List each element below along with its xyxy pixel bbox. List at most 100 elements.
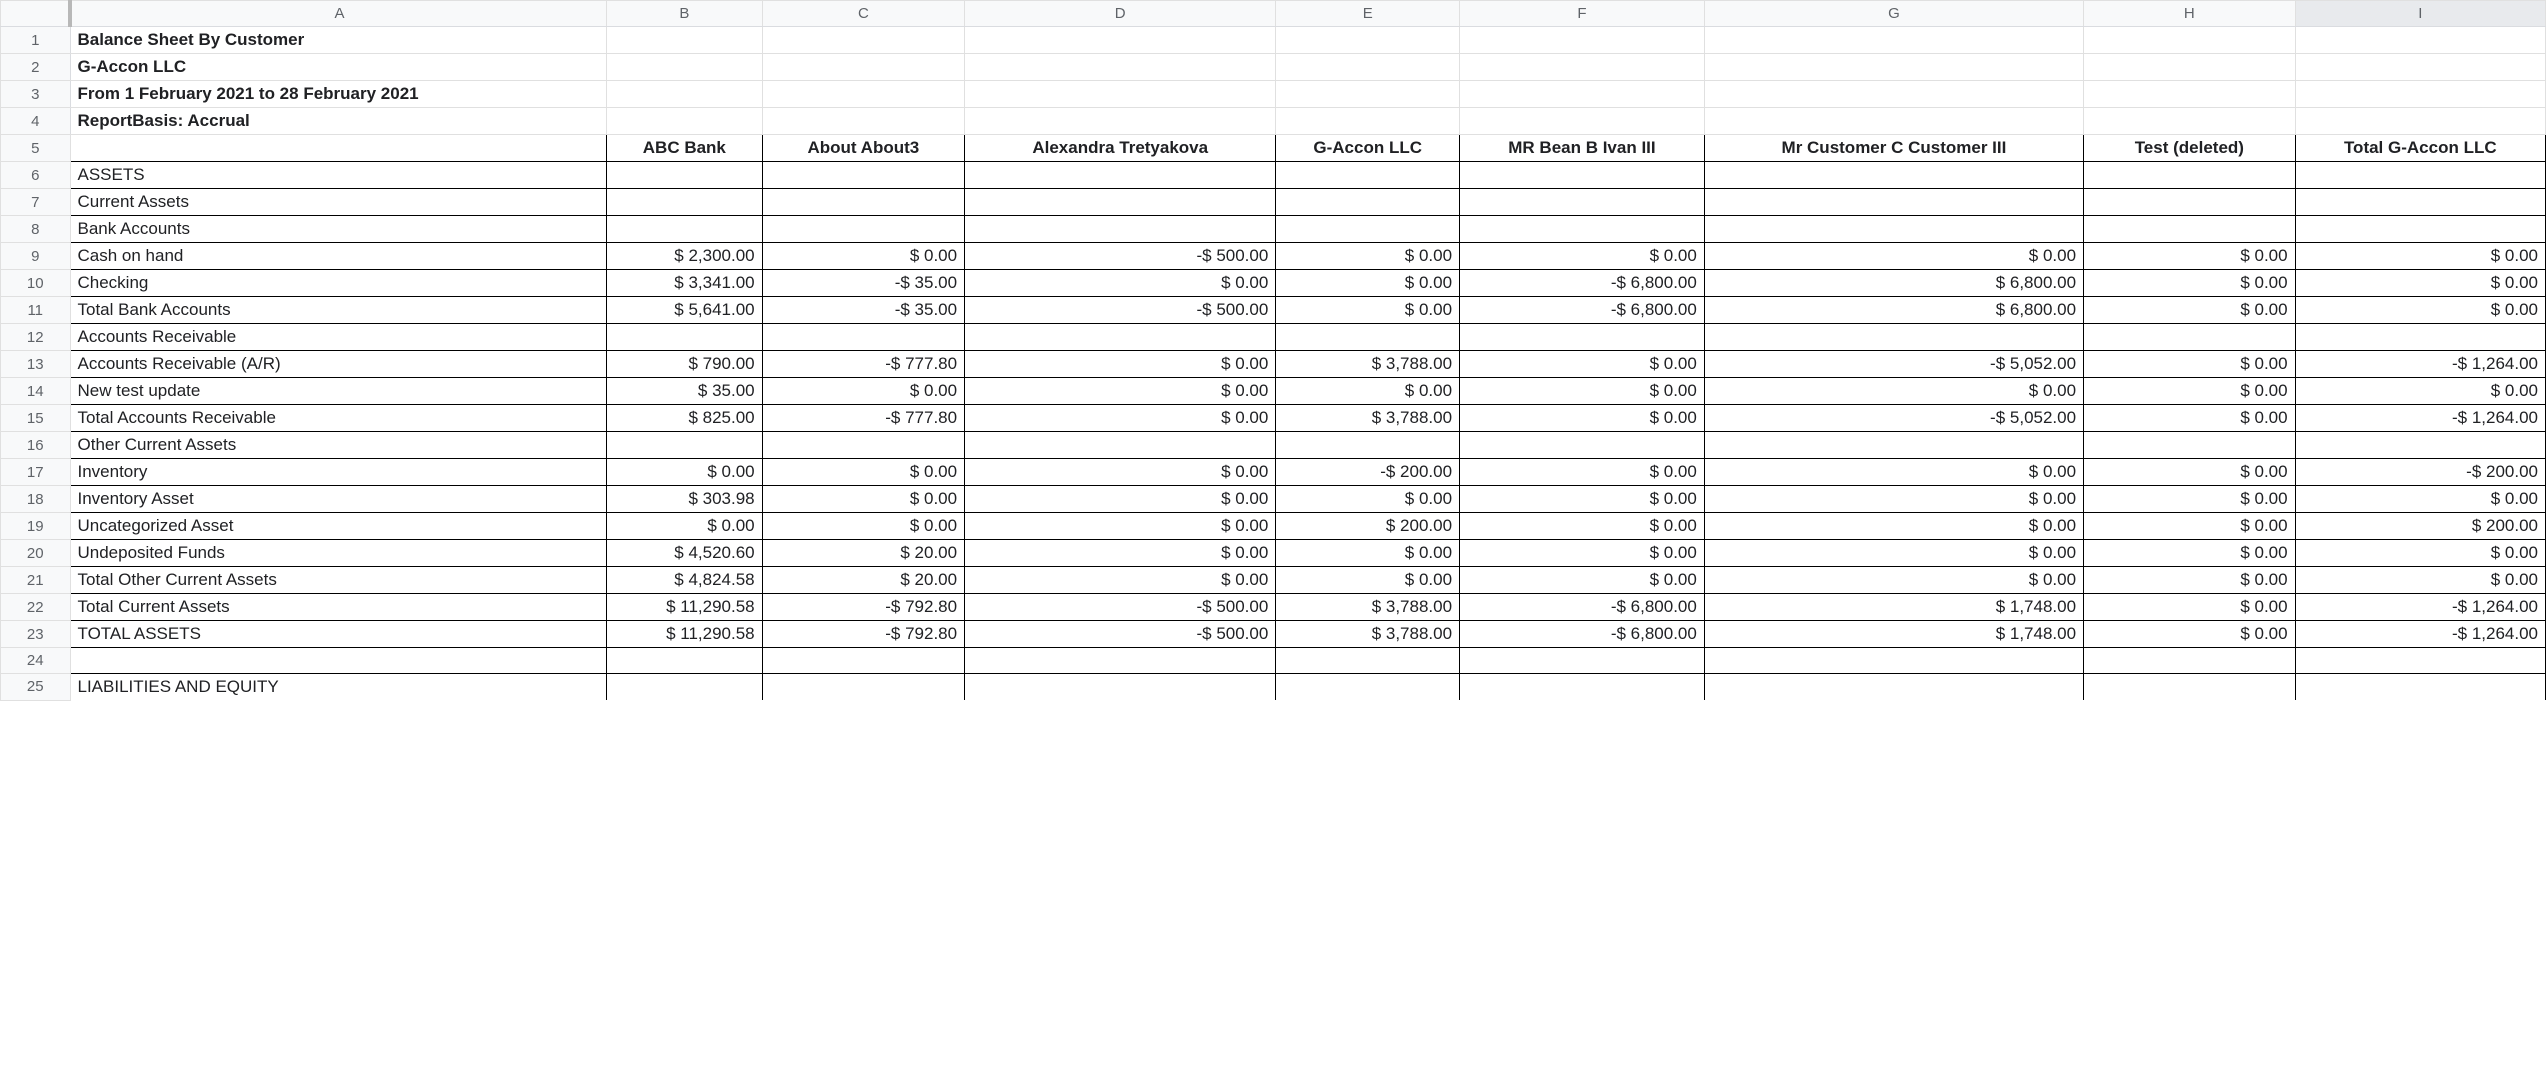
cell-H12[interactable] (2084, 324, 2296, 351)
cell-E15[interactable]: $ 3,788.00 (1276, 405, 1460, 432)
row-number[interactable]: 16 (1, 432, 71, 459)
cell-A20[interactable]: Undeposited Funds (70, 540, 607, 567)
cell-A11[interactable]: Total Bank Accounts (70, 297, 607, 324)
cell-H4[interactable] (2084, 108, 2296, 135)
cell-G16[interactable] (1704, 432, 2083, 459)
cell-E4[interactable] (1276, 108, 1460, 135)
cell-H21[interactable]: $ 0.00 (2084, 567, 2296, 594)
row-number[interactable]: 17 (1, 459, 71, 486)
col-header-F[interactable]: F (1460, 1, 1705, 27)
cell-F7[interactable] (1460, 189, 1705, 216)
cell-D15[interactable]: $ 0.00 (965, 405, 1276, 432)
cell-D7[interactable] (965, 189, 1276, 216)
cell-B9[interactable]: $ 2,300.00 (607, 243, 763, 270)
cell-G6[interactable] (1704, 162, 2083, 189)
cell-E3[interactable] (1276, 81, 1460, 108)
row-number[interactable]: 11 (1, 297, 71, 324)
cell-A12[interactable]: Accounts Receivable (70, 324, 607, 351)
cell-C19[interactable]: $ 0.00 (762, 513, 964, 540)
cell-B5[interactable]: ABC Bank (607, 135, 763, 162)
cell-C1[interactable] (762, 27, 964, 54)
row-number[interactable]: 5 (1, 135, 71, 162)
cell-C7[interactable] (762, 189, 964, 216)
cell-I20[interactable]: $ 0.00 (2295, 540, 2545, 567)
cell-B25[interactable] (607, 674, 763, 701)
cell-C13[interactable]: -$ 777.80 (762, 351, 964, 378)
cell-D16[interactable] (965, 432, 1276, 459)
cell-H13[interactable]: $ 0.00 (2084, 351, 2296, 378)
cell-B22[interactable]: $ 11,290.58 (607, 594, 763, 621)
cell-C9[interactable]: $ 0.00 (762, 243, 964, 270)
row-number[interactable]: 14 (1, 378, 71, 405)
cell-B11[interactable]: $ 5,641.00 (607, 297, 763, 324)
cell-E21[interactable]: $ 0.00 (1276, 567, 1460, 594)
cell-D22[interactable]: -$ 500.00 (965, 594, 1276, 621)
cell-I23[interactable]: -$ 1,264.00 (2295, 621, 2545, 648)
cell-G19[interactable]: $ 0.00 (1704, 513, 2083, 540)
cell-A25[interactable]: LIABILITIES AND EQUITY (70, 674, 607, 701)
cell-A22[interactable]: Total Current Assets (70, 594, 607, 621)
cell-A24[interactable] (70, 648, 607, 674)
cell-C15[interactable]: -$ 777.80 (762, 405, 964, 432)
cell-F21[interactable]: $ 0.00 (1460, 567, 1705, 594)
cell-A23[interactable]: TOTAL ASSETS (70, 621, 607, 648)
cell-F11[interactable]: -$ 6,800.00 (1460, 297, 1705, 324)
cell-B13[interactable]: $ 790.00 (607, 351, 763, 378)
row-number[interactable]: 7 (1, 189, 71, 216)
cell-A4[interactable]: ReportBasis: Accrual (70, 108, 607, 135)
cell-E13[interactable]: $ 3,788.00 (1276, 351, 1460, 378)
cell-B16[interactable] (607, 432, 763, 459)
cell-H7[interactable] (2084, 189, 2296, 216)
cell-F16[interactable] (1460, 432, 1705, 459)
cell-E2[interactable] (1276, 54, 1460, 81)
row-number[interactable]: 4 (1, 108, 71, 135)
cell-G8[interactable] (1704, 216, 2083, 243)
cell-B20[interactable]: $ 4,520.60 (607, 540, 763, 567)
cell-C8[interactable] (762, 216, 964, 243)
cell-F18[interactable]: $ 0.00 (1460, 486, 1705, 513)
cell-G2[interactable] (1704, 54, 2083, 81)
row-number[interactable]: 22 (1, 594, 71, 621)
cell-A5[interactable] (70, 135, 607, 162)
row-number[interactable]: 25 (1, 674, 71, 701)
cell-H24[interactable] (2084, 648, 2296, 674)
cell-C6[interactable] (762, 162, 964, 189)
col-header-G[interactable]: G (1704, 1, 2083, 27)
cell-E18[interactable]: $ 0.00 (1276, 486, 1460, 513)
cell-A9[interactable]: Cash on hand (70, 243, 607, 270)
cell-C17[interactable]: $ 0.00 (762, 459, 964, 486)
cell-E17[interactable]: -$ 200.00 (1276, 459, 1460, 486)
cell-F9[interactable]: $ 0.00 (1460, 243, 1705, 270)
cell-A2[interactable]: G-Accon LLC (70, 54, 607, 81)
cell-E8[interactable] (1276, 216, 1460, 243)
cell-B6[interactable] (607, 162, 763, 189)
cell-G11[interactable]: $ 6,800.00 (1704, 297, 2083, 324)
cell-G13[interactable]: -$ 5,052.00 (1704, 351, 2083, 378)
cell-I22[interactable]: -$ 1,264.00 (2295, 594, 2545, 621)
cell-C24[interactable] (762, 648, 964, 674)
cell-E22[interactable]: $ 3,788.00 (1276, 594, 1460, 621)
cell-E9[interactable]: $ 0.00 (1276, 243, 1460, 270)
cell-E5[interactable]: G-Accon LLC (1276, 135, 1460, 162)
cell-I1[interactable] (2295, 27, 2545, 54)
cell-B12[interactable] (607, 324, 763, 351)
row-number[interactable]: 1 (1, 27, 71, 54)
cell-C12[interactable] (762, 324, 964, 351)
cell-E16[interactable] (1276, 432, 1460, 459)
row-number[interactable]: 12 (1, 324, 71, 351)
cell-E10[interactable]: $ 0.00 (1276, 270, 1460, 297)
cell-A16[interactable]: Other Current Assets (70, 432, 607, 459)
cell-G18[interactable]: $ 0.00 (1704, 486, 2083, 513)
cell-G5[interactable]: Mr Customer C Customer III (1704, 135, 2083, 162)
cell-B19[interactable]: $ 0.00 (607, 513, 763, 540)
cell-G9[interactable]: $ 0.00 (1704, 243, 2083, 270)
cell-I4[interactable] (2295, 108, 2545, 135)
cell-H9[interactable]: $ 0.00 (2084, 243, 2296, 270)
cell-D12[interactable] (965, 324, 1276, 351)
cell-B24[interactable] (607, 648, 763, 674)
cell-I6[interactable] (2295, 162, 2545, 189)
cell-A17[interactable]: Inventory (70, 459, 607, 486)
cell-E11[interactable]: $ 0.00 (1276, 297, 1460, 324)
cell-D24[interactable] (965, 648, 1276, 674)
cell-G10[interactable]: $ 6,800.00 (1704, 270, 2083, 297)
